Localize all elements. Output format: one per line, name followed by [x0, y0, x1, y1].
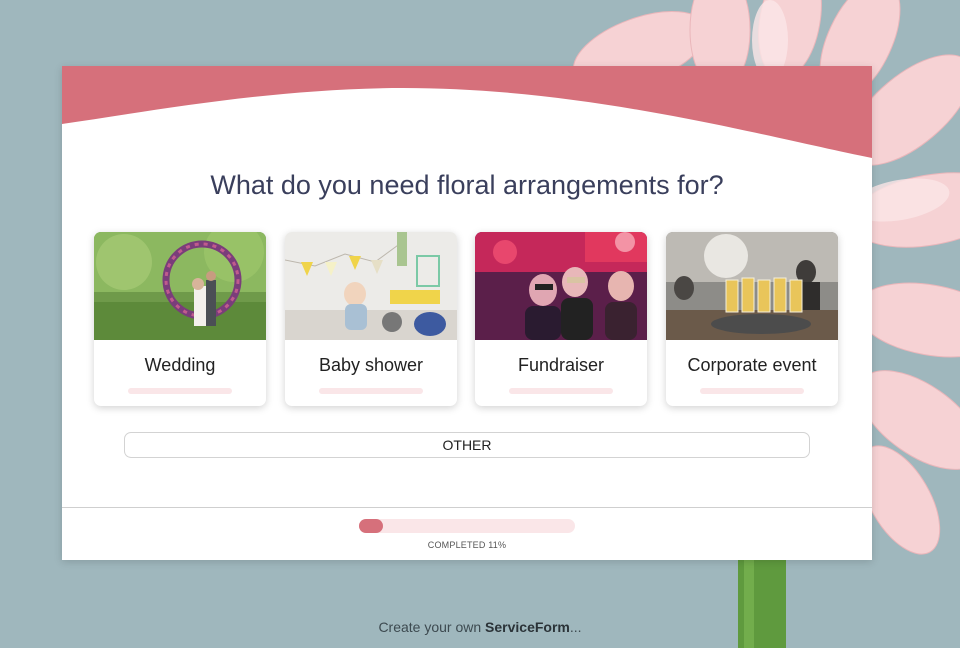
fundraiser-photo — [475, 232, 647, 340]
progress-fill — [359, 519, 383, 533]
baby-shower-photo — [285, 232, 457, 340]
question-title: What do you need floral arrangements for… — [210, 170, 724, 200]
option-label: Fundraiser — [517, 355, 605, 375]
option-label: Corporate event — [687, 355, 817, 375]
header-wave — [62, 66, 872, 158]
wedding-photo — [94, 232, 266, 340]
footer-promo[interactable]: Create your own ServiceForm... — [0, 619, 960, 635]
option-underline — [700, 388, 804, 394]
footer-prefix: Create your own — [378, 619, 486, 635]
option-underline — [319, 388, 423, 394]
option-card-fundraiser[interactable]: Fundraiser — [475, 232, 647, 406]
corporate-event-photo — [666, 232, 838, 340]
progress-text: COMPLETED 11% — [427, 540, 507, 550]
footer-suffix: ... — [569, 619, 582, 635]
option-label: Wedding — [144, 355, 216, 375]
form-card: What do you need floral arrangements for… — [62, 66, 872, 560]
footer-brand: ServiceForm — [485, 619, 570, 635]
divider — [62, 507, 872, 508]
option-underline — [509, 388, 613, 394]
option-underline — [128, 388, 232, 394]
option-card-baby-shower[interactable]: Baby shower — [285, 232, 457, 406]
option-label: Baby shower — [318, 355, 424, 375]
option-grid: Wedding Baby shower Fundraiser Corporate… — [94, 232, 840, 408]
other-button[interactable]: OTHER — [124, 432, 810, 458]
option-card-wedding[interactable]: Wedding — [94, 232, 266, 406]
progress-bar — [359, 519, 575, 533]
option-card-corporate-event[interactable]: Corporate event — [666, 232, 838, 406]
